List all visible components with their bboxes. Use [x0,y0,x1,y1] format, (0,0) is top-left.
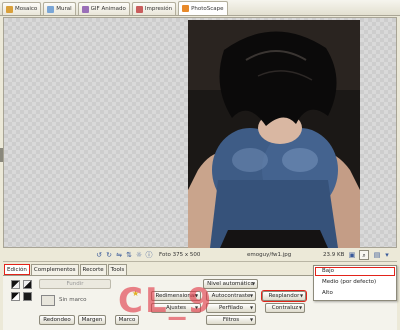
dropdown-arrow-icon: ▼ [249,305,254,310]
mosaic-icon [6,5,13,13]
info-icon[interactable]: ⓘ [145,251,153,259]
zoom-button[interactable]: ⌕ [359,250,369,260]
flip-icon[interactable]: ⇋ [115,251,123,259]
more-icon[interactable]: ▾ [383,251,391,259]
redimensionar-button[interactable]: Redimensionar ▼ [151,291,201,301]
resplandor-button[interactable]: Resplandor ▼ [261,290,307,302]
tab-mural[interactable]: Mural [43,2,76,15]
frame-preview-icon [41,295,55,306]
tab-impresion[interactable]: Impresión [131,2,177,15]
tab-tools[interactable]: Tools [107,264,128,275]
dropdown-arrow-icon: ▼ [298,305,303,310]
gif-icon [81,5,89,13]
tab-label: Mosaico [15,6,38,12]
tab-label: Mural [56,6,72,12]
frame-shape-icon[interactable] [11,292,20,301]
fundir-button[interactable]: Fundir [39,279,111,289]
dropdown-arrow-icon: ▼ [194,293,199,298]
tab-photoscape[interactable]: PhotoScape [178,1,228,15]
redondeo-button[interactable]: Redondeo [39,315,75,325]
color-swatch-icon[interactable] [11,280,20,289]
status-bar: ↺ ↻ ⇋ ⇅ ☼ ⓘ Foto 375 x 500 emoguy/fw1.jp… [3,249,397,262]
brightness-icon[interactable]: ☼ [135,251,143,259]
tab-recorte[interactable]: Recorte [79,264,107,275]
dropdown-arrow-icon: ▼ [299,293,304,298]
dropdown-arrow-icon: ▼ [194,305,199,310]
margen-label: Margen [81,317,103,323]
mural-icon [47,5,55,13]
tab-edicion[interactable]: Edición [4,264,30,275]
star-icon[interactable]: ★ [132,289,139,298]
menu-item-medio[interactable]: Medio (por defecto) [315,278,395,287]
resplandor-label: Resplandor [268,293,300,299]
ajustes-label: Ajustes [165,305,187,311]
tab-complementos[interactable]: Complementos [30,264,79,275]
filtros-label: Filtros [222,317,240,323]
color-swatch-icon[interactable] [23,280,32,289]
file-size: 23.9 KB [323,252,345,258]
rotate-left-icon[interactable]: ↺ [95,251,103,259]
contraluz-button[interactable]: Contraluz ▼ [265,303,305,313]
side-panel-grip[interactable] [0,148,3,162]
marco-button[interactable]: Marco [115,315,139,325]
perfilado-label: Perfilado [219,305,243,311]
contraluz-label: Contraluz [271,305,299,311]
redondeo-label: Redondeo [43,317,71,323]
dropdown-arrow-icon: ▼ [249,293,254,298]
flip-vertical-icon[interactable]: ⇅ [125,251,133,259]
frame-select[interactable]: Sin marco [59,297,87,303]
autocontraste-button[interactable]: Autocontraste ▼ [206,291,256,301]
photo-dimensions: Foto 375 x 500 [159,252,201,258]
ajustes-button[interactable]: Ajustes ▼ [151,303,201,313]
dropdown-arrow-icon: ▼ [251,281,256,286]
margen-button[interactable]: Margen [78,315,106,325]
perfilado-button[interactable]: Perfilado ▼ [206,303,256,313]
menu-item-bajo[interactable]: Bajo [315,267,395,276]
tab-label: PhotoScape [191,5,224,12]
photo-illustration [188,20,360,248]
tab-mosaico[interactable]: Mosaico [2,2,42,15]
marco-label: Marco [118,317,136,323]
fundir-label: Fundir [66,281,84,287]
nivel-automatico-button[interactable]: Nivel automático ▼ [203,279,258,289]
tab-label: GIF Animado [90,6,126,12]
dropdown-arrow-icon: ▼ [249,317,254,322]
save-icon[interactable]: ▣ [348,251,356,259]
zoom-fit-icon[interactable]: ▤ [373,251,381,259]
redimensionar-label: Redimensionar [155,293,197,299]
filtros-button[interactable]: Filtros ▼ [206,315,256,325]
editor-tabs: Edición Complementos Recorte Tools [4,264,128,275]
frame-fill-icon[interactable] [23,292,32,301]
menu-item-alto[interactable]: Alto [315,289,395,298]
tab-label: Impresión [144,6,173,12]
photo-image [188,20,360,248]
rotate-right-icon[interactable]: ↻ [105,251,113,259]
photoscape-icon [182,5,190,12]
tab-gif-animado[interactable]: GIF Animado [77,2,130,15]
file-name: emoguy/fw1.jpg [247,252,292,258]
print-icon [135,5,143,13]
top-tab-bar: Mosaico Mural GIF Animado Impresión Phot… [0,0,400,16]
autocontraste-label: Autocontraste [211,293,251,299]
resplandor-menu: Bajo Medio (por defecto) Alto [313,265,397,301]
nivel-label: Nivel automático [207,281,254,287]
